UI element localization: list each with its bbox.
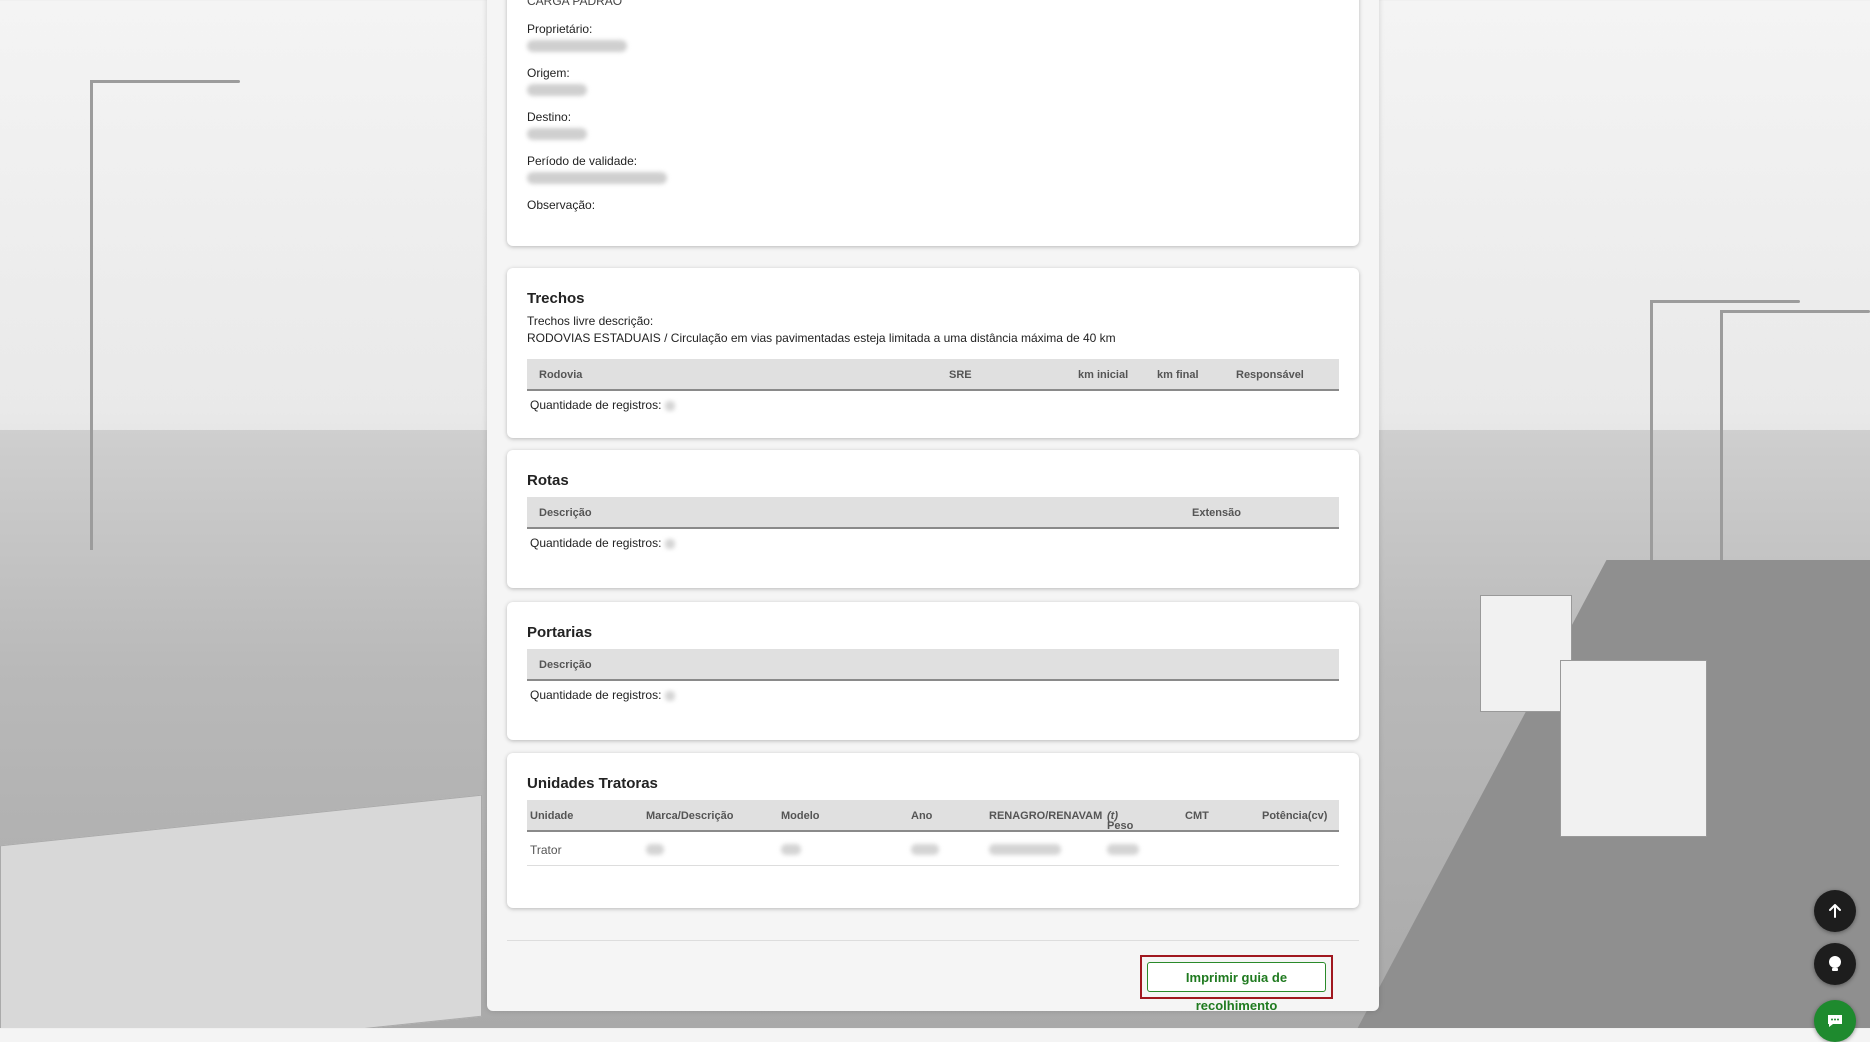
trechos-free-desc-label: Trechos livre descrição: (527, 314, 654, 328)
trechos-free-desc-text: RODOVIAS ESTADUAIS / Circulação em vias … (527, 331, 1116, 345)
column-header-km-inicial[interactable]: km inicial (1078, 369, 1128, 381)
column-header-renagro[interactable]: RENAGRO/RENAVAM (989, 810, 1102, 822)
owner-value-redacted (527, 40, 627, 52)
observation-label: Observação: (527, 198, 596, 212)
chat-icon (1828, 1015, 1842, 1027)
record-count-value-redacted (665, 400, 676, 411)
column-header-unidade[interactable]: Unidade (530, 810, 573, 822)
lightbulb-icon (1829, 956, 1841, 971)
cell-ano-redacted (911, 844, 939, 855)
origin-value-redacted (527, 84, 587, 96)
validity-value-redacted (527, 172, 667, 184)
column-header-modelo[interactable]: Modelo (781, 810, 820, 822)
tips-button[interactable] (1814, 943, 1856, 985)
unidades-table-header: Unidade Marca/Descrição Modelo Ano RENAG… (527, 800, 1339, 832)
column-header-sre[interactable]: SRE (949, 369, 972, 381)
portarias-table-header: Descrição (527, 649, 1339, 681)
background-truck (1480, 595, 1572, 712)
column-header-km-final[interactable]: km final (1157, 369, 1199, 381)
unidades-title: Unidades Tratoras (527, 775, 658, 792)
portarias-record-count: Quantidade de registros: (530, 688, 676, 702)
print-guide-button[interactable]: Imprimir guia de recolhimento (1147, 962, 1326, 1013)
cell-marca-redacted (646, 844, 664, 855)
street-lamp (1720, 310, 1870, 560)
scroll-to-top-button[interactable] (1814, 890, 1856, 932)
origin-label: Origem: (527, 66, 570, 80)
trechos-card: Trechos Trechos livre descrição: RODOVIA… (507, 268, 1359, 438)
background-truck (1560, 660, 1707, 837)
load-type-value: CARGA PADRÃO (527, 0, 623, 8)
column-header-potencia[interactable]: Potência(cv) (1262, 810, 1327, 822)
details-card: CARGA PADRÃO Proprietário: Origem: Desti… (507, 0, 1359, 246)
chat-button[interactable] (1814, 1000, 1856, 1042)
validity-label: Período de validade: (527, 154, 638, 168)
column-header-descricao[interactable]: Descrição (539, 659, 592, 671)
record-count-label: Quantidade de registros: (530, 398, 662, 412)
footer-divider (507, 940, 1359, 941)
unidades-tratoras-card: Unidades Tratoras Unidade Marca/Descriçã… (507, 753, 1359, 908)
main-panel: CARGA PADRÃO Proprietário: Origem: Desti… (487, 0, 1379, 1013)
arrow-up-icon (1829, 904, 1841, 918)
column-header-extensao[interactable]: Extensão (1192, 507, 1241, 519)
table-row[interactable]: Trator (527, 833, 1339, 866)
destination-label: Destino: (527, 110, 572, 124)
street-lamp (90, 80, 240, 550)
record-count-value-redacted (665, 538, 676, 549)
record-count-label: Quantidade de registros: (530, 536, 662, 550)
record-count-label: Quantidade de registros: (530, 688, 662, 702)
cell-unidade: Trator (530, 843, 562, 857)
trechos-title: Trechos (527, 290, 585, 307)
column-header-responsavel[interactable]: Responsável (1236, 369, 1304, 381)
column-header-marca[interactable]: Marca/Descrição (646, 810, 733, 822)
cell-renagro-redacted (989, 844, 1061, 855)
cell-peso-redacted (1107, 844, 1139, 855)
portarias-title: Portarias (527, 624, 593, 641)
column-header-ano[interactable]: Ano (911, 810, 932, 822)
record-count-value-redacted (665, 690, 676, 701)
column-header-rodovia[interactable]: Rodovia (539, 369, 582, 381)
street-lamp (1650, 300, 1800, 560)
peso-label: Peso (1107, 820, 1134, 832)
rotas-record-count: Quantidade de registros: (530, 536, 676, 550)
rotas-title: Rotas (527, 472, 569, 489)
destination-value-redacted (527, 128, 587, 140)
owner-label: Proprietário: (527, 22, 593, 36)
portarias-card: Portarias Descrição Quantidade de regist… (507, 602, 1359, 740)
rotas-table-header: Descrição Extensão (527, 497, 1339, 529)
column-header-descricao[interactable]: Descrição (539, 507, 592, 519)
trechos-record-count: Quantidade de registros: (530, 398, 676, 412)
column-header-peso[interactable]: Peso (t) (1107, 810, 1133, 832)
cell-modelo-redacted (781, 844, 801, 855)
trechos-table-header: Rodovia SRE km inicial km final Responsá… (527, 359, 1339, 391)
column-header-cmt[interactable]: CMT (1185, 810, 1209, 822)
rotas-card: Rotas Descrição Extensão Quantidade de r… (507, 450, 1359, 588)
